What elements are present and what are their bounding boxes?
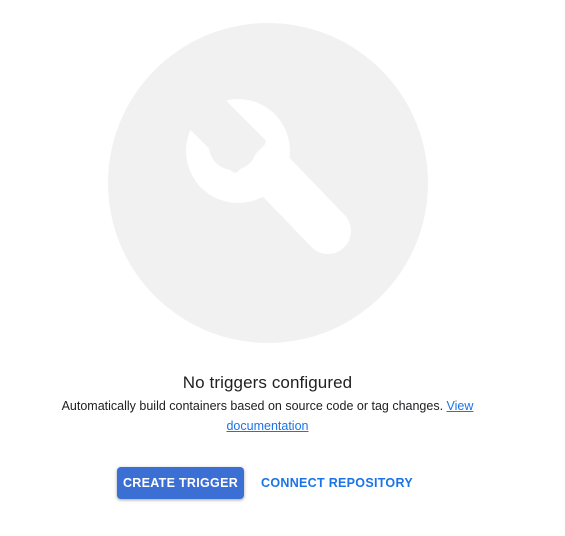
connect-repository-button[interactable]: CONNECT REPOSITORY (257, 467, 417, 499)
wrench-icon (108, 23, 428, 343)
empty-state-description: Automatically build containers based on … (40, 396, 495, 436)
empty-state-illustration (108, 23, 428, 343)
create-trigger-button[interactable]: CREATE TRIGGER (117, 467, 244, 499)
empty-state: No triggers configured Automatically bui… (0, 0, 565, 536)
description-text: Automatically build containers based on … (61, 399, 444, 413)
empty-state-title: No triggers configured (182, 373, 353, 392)
